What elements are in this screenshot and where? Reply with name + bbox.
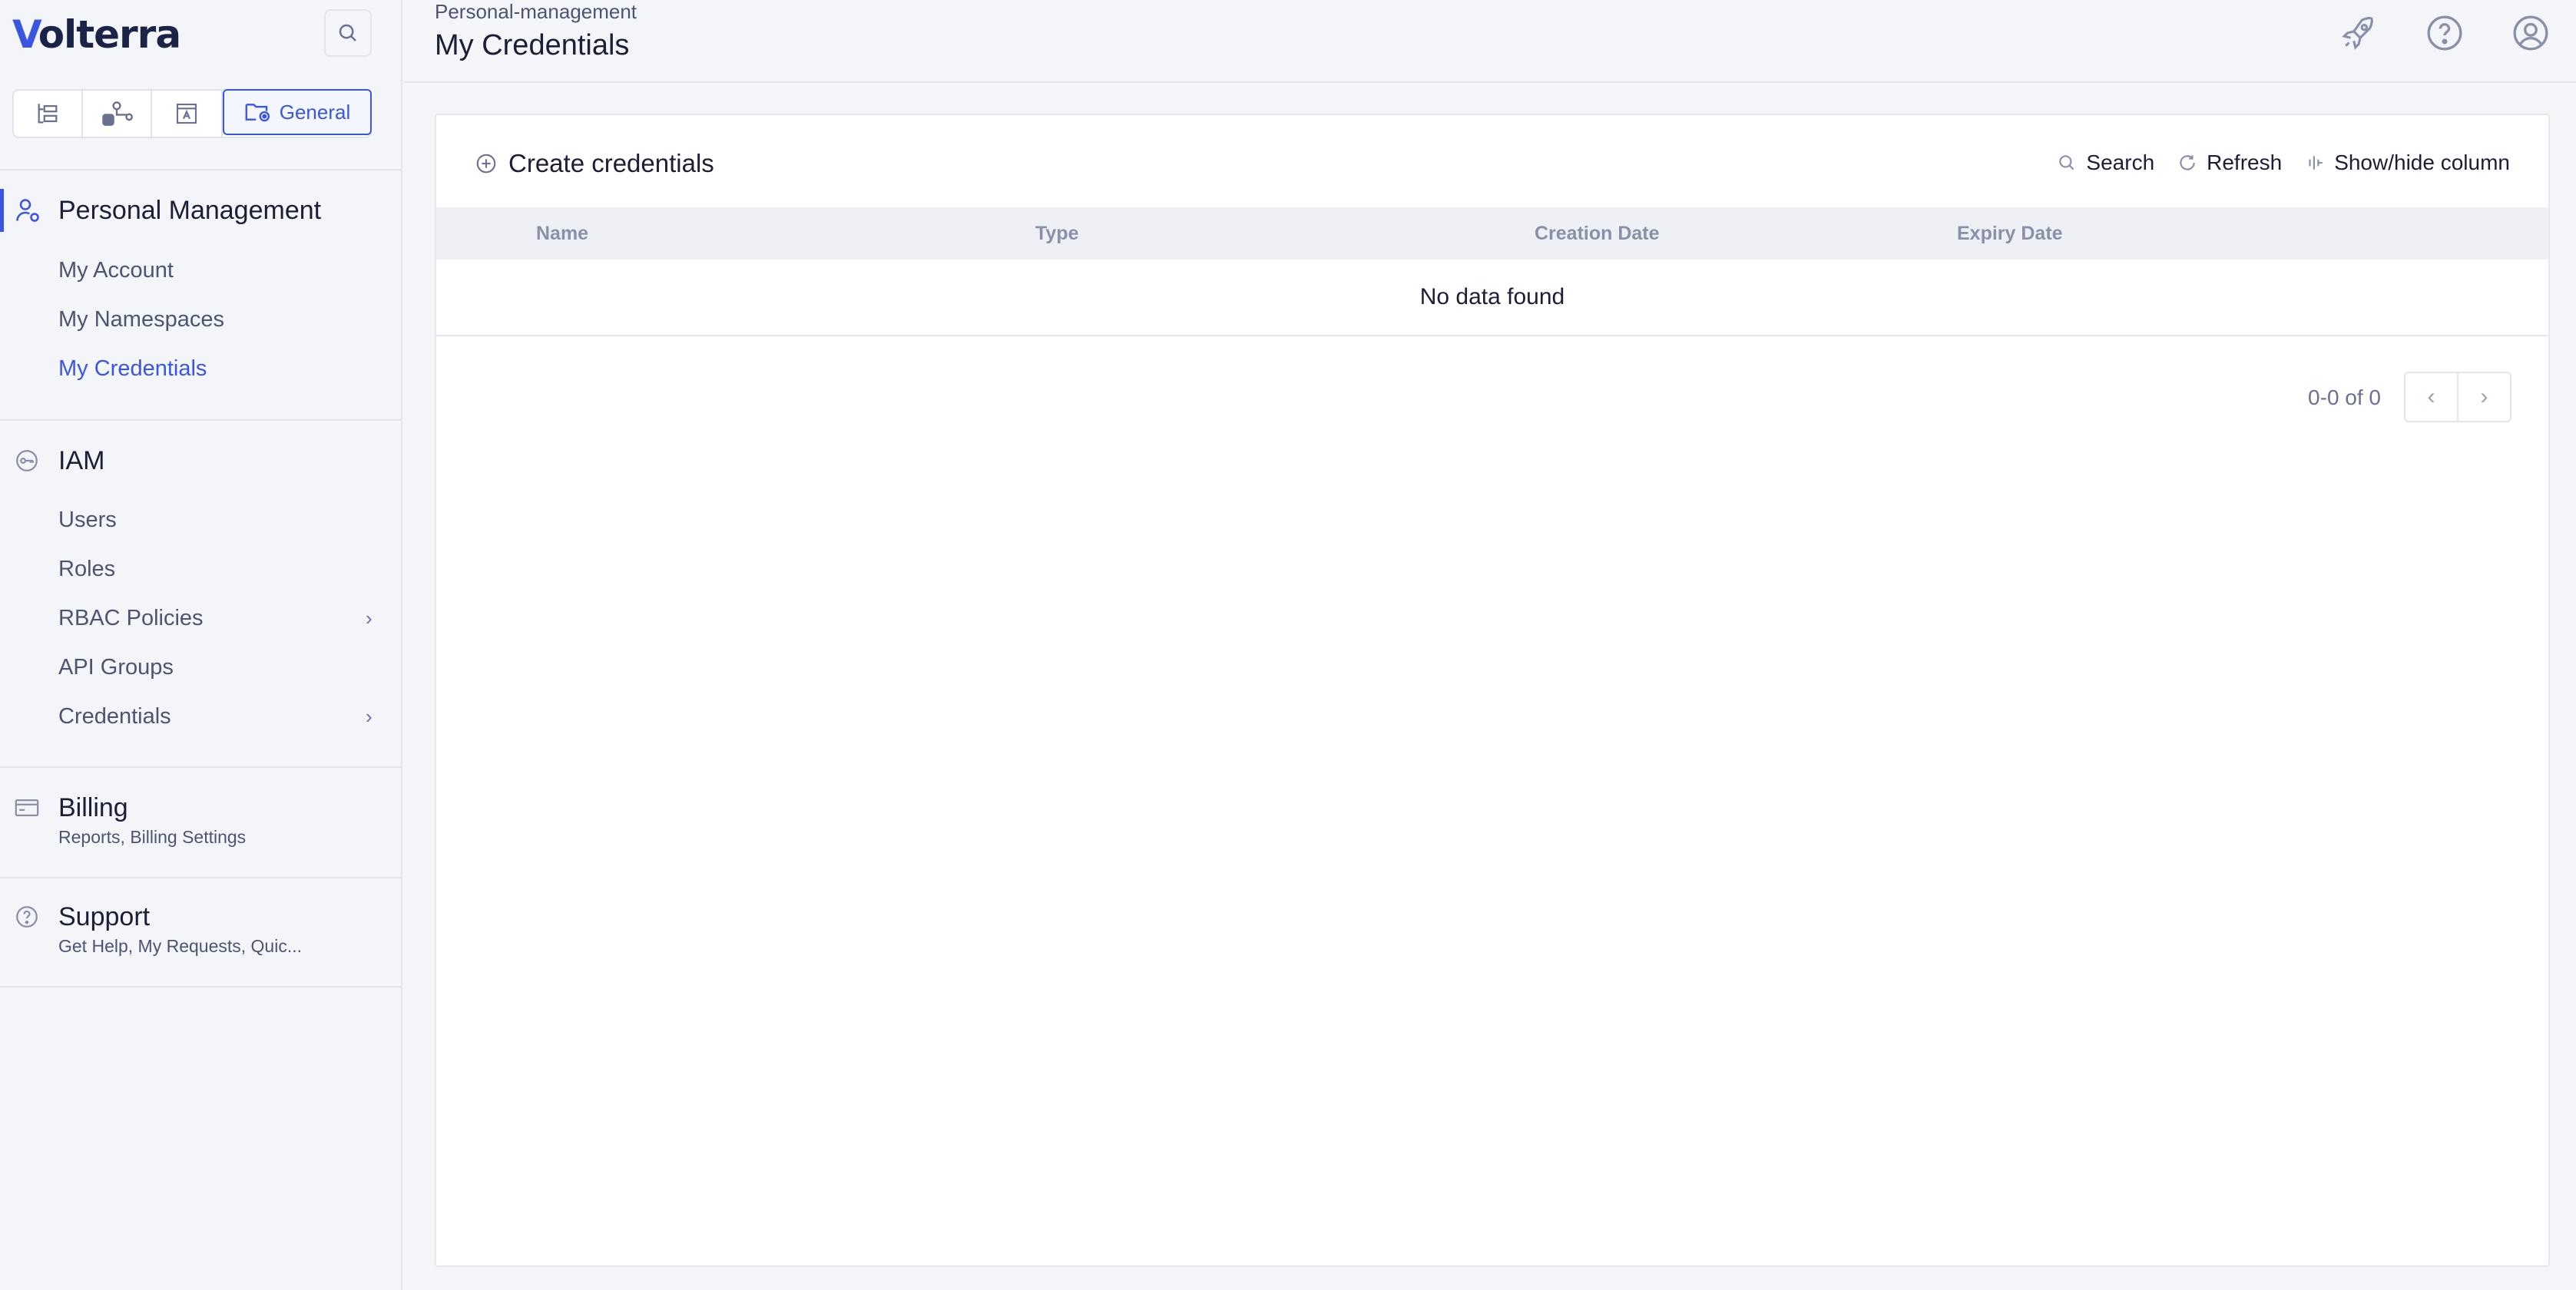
refresh-label: Refresh bbox=[2207, 150, 2283, 174]
show-hide-column-label: Show/hide column bbox=[2334, 150, 2510, 174]
logo-text: olterra bbox=[38, 12, 181, 57]
tab-general[interactable]: General bbox=[223, 89, 372, 135]
divider bbox=[0, 169, 402, 170]
search-icon bbox=[2059, 155, 2074, 170]
plus-circle-icon bbox=[476, 154, 496, 174]
refresh-button[interactable]: Refresh bbox=[2177, 150, 2282, 175]
section-title: IAM bbox=[58, 445, 105, 475]
key-circle-icon bbox=[16, 450, 38, 471]
user-gear-icon bbox=[16, 199, 39, 222]
section-title: Support bbox=[58, 901, 151, 931]
search-icon bbox=[339, 24, 356, 41]
section-subtitle: Get Help, My Requests, Quic... bbox=[58, 936, 303, 956]
show-hide-column-button[interactable]: Show/hide column bbox=[2305, 150, 2510, 175]
pagination-range: 0-0 of 0 bbox=[2308, 385, 2381, 409]
user-icon bbox=[2513, 15, 2548, 51]
rocket-icon bbox=[2342, 17, 2373, 50]
divider bbox=[0, 877, 402, 878]
sidebar-search-button[interactable] bbox=[324, 9, 372, 57]
nodes-lock-icon bbox=[102, 101, 133, 126]
chevron-right-icon[interactable]: › bbox=[366, 607, 372, 630]
divider bbox=[0, 986, 402, 987]
section-personal-management[interactable]: Personal Management bbox=[0, 189, 402, 232]
breadcrumb[interactable]: Personal-management bbox=[435, 0, 637, 24]
pagination-controls: ‹ › bbox=[2404, 372, 2511, 422]
app-window-icon bbox=[176, 103, 197, 124]
create-credentials-button[interactable]: Create credentials bbox=[475, 149, 714, 178]
prev-page-button[interactable]: ‹ bbox=[2405, 373, 2458, 421]
chevron-right-icon[interactable]: › bbox=[366, 705, 372, 729]
workspace-tabs: General bbox=[12, 89, 372, 138]
refresh-icon bbox=[2180, 155, 2195, 170]
tab-nodes[interactable] bbox=[83, 91, 152, 137]
page-title: My Credentials bbox=[435, 29, 630, 61]
empty-state: No data found bbox=[436, 260, 2548, 336]
search-label: Search bbox=[2086, 150, 2155, 174]
column-header-name[interactable]: Name bbox=[536, 223, 588, 245]
sidebar-item-rbac-policies[interactable]: RBAC Policies bbox=[58, 606, 204, 631]
tab-app[interactable] bbox=[152, 91, 223, 137]
divider bbox=[0, 766, 402, 768]
sidebar-item-my-namespaces[interactable]: My Namespaces bbox=[58, 307, 224, 332]
column-header-type[interactable]: Type bbox=[1035, 223, 1079, 245]
table-toolbar: Search Refresh Show/hide column bbox=[2057, 150, 2510, 175]
credit-card-icon bbox=[15, 799, 39, 817]
column-header-expiry-date[interactable]: Expiry Date bbox=[1957, 223, 2063, 245]
section-billing[interactable]: Billing bbox=[0, 791, 402, 825]
sidebar-item-api-groups[interactable]: API Groups bbox=[58, 655, 174, 680]
next-page-button[interactable]: › bbox=[2458, 373, 2510, 421]
user-menu-button[interactable] bbox=[2510, 12, 2551, 54]
table-header: Name Type Creation Date Expiry Date bbox=[436, 207, 2548, 260]
section-title: Personal Management bbox=[58, 195, 322, 225]
section-title: Billing bbox=[58, 792, 128, 822]
tree-list-icon bbox=[38, 104, 58, 124]
sidebar-item-credentials[interactable]: Credentials bbox=[58, 704, 171, 729]
whats-new-button[interactable] bbox=[2338, 12, 2379, 54]
search-button[interactable]: Search bbox=[2057, 150, 2154, 175]
column-header-creation-date[interactable]: Creation Date bbox=[1535, 223, 1660, 245]
sidebar-item-my-account[interactable]: My Account bbox=[58, 258, 174, 283]
header-divider bbox=[404, 81, 2576, 83]
help-icon bbox=[2427, 15, 2462, 51]
section-support[interactable]: Support bbox=[0, 900, 402, 934]
volterra-logo[interactable]: Volterra bbox=[12, 12, 181, 57]
logo-mark: V bbox=[12, 12, 42, 57]
folder-gear-icon bbox=[245, 104, 270, 122]
credentials-panel: Create credentials Search Refresh Show/h… bbox=[435, 114, 2550, 1267]
sidebar-item-roles[interactable]: Roles bbox=[58, 557, 115, 582]
columns-icon bbox=[2309, 156, 2323, 170]
create-credentials-label: Create credentials bbox=[508, 149, 714, 177]
help-button[interactable] bbox=[2424, 12, 2465, 54]
section-subtitle: Reports, Billing Settings bbox=[58, 827, 247, 847]
tab-general-label: General bbox=[279, 100, 351, 124]
help-circle-icon bbox=[16, 906, 38, 928]
sidebar-item-users[interactable]: Users bbox=[58, 508, 117, 533]
section-iam[interactable]: IAM bbox=[0, 439, 402, 482]
sidebar-item-my-credentials[interactable]: My Credentials bbox=[58, 356, 207, 382]
divider bbox=[0, 419, 402, 421]
sidebar: Volterra General Personal Management My … bbox=[0, 0, 402, 1290]
tab-tree[interactable] bbox=[14, 91, 83, 137]
